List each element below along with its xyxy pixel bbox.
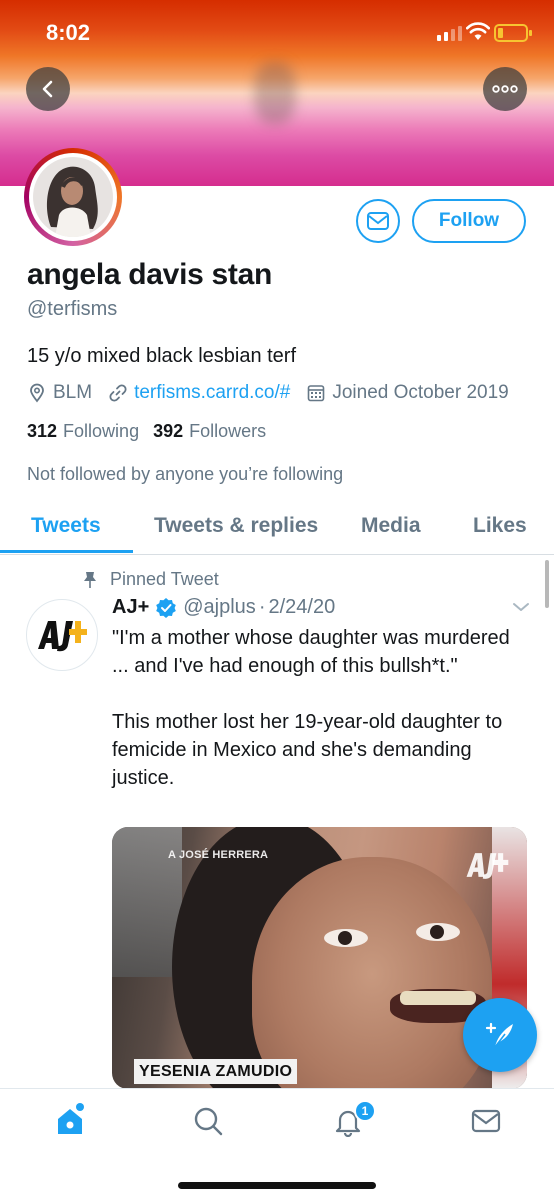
tweet-media-video[interactable]: A JOSÉ HERRERA YESENIA ZAMUDIO (112, 827, 527, 1089)
battery-icon (494, 24, 532, 42)
tweet-date[interactable]: 2/24/20 (268, 596, 335, 619)
compose-tweet-icon (485, 1022, 513, 1048)
messages-envelope-icon[interactable] (470, 1105, 502, 1137)
more-dots-icon (492, 85, 518, 93)
chevron-down-icon[interactable] (511, 600, 531, 614)
home-unread-dot (76, 1103, 84, 1111)
profile-avatar[interactable] (24, 148, 122, 246)
ajplus-watermark-icon (466, 853, 509, 879)
active-tab-indicator (0, 550, 133, 553)
tweet-header: AJ+ @ajplus · 2/24/20 (112, 596, 335, 619)
follow-counts: 312 Following 392 Followers (27, 421, 280, 442)
pinned-label: Pinned Tweet (82, 569, 219, 590)
tweet-author-avatar[interactable] (26, 599, 98, 671)
status-bar: 8:02 (0, 0, 554, 66)
wifi-icon (466, 22, 490, 40)
tab-tweets[interactable]: Tweets (31, 514, 101, 538)
signal-icon (437, 26, 462, 41)
back-arrow-icon (42, 80, 53, 98)
profile-handle: @terfisms (27, 298, 118, 320)
back-button[interactable] (26, 67, 70, 111)
link-icon (109, 384, 127, 402)
banner-blur (254, 62, 296, 124)
tweet-author-name[interactable]: AJ+ (112, 596, 149, 619)
message-button[interactable] (356, 199, 400, 243)
ajplus-logo-icon (38, 621, 87, 652)
website-link[interactable]: terfisms.carrd.co/# (134, 382, 290, 404)
profile-meta: BLM terfisms.carrd.co/# Joined October 2… (27, 382, 525, 404)
tweet-text: "I'm a mother whose daughter was murdere… (112, 627, 510, 789)
followed-by-note: Not followed by anyone you’re following (27, 464, 344, 484)
tweet-separator: · (258, 596, 266, 618)
search-icon[interactable] (192, 1105, 224, 1137)
tab-media[interactable]: Media (361, 514, 421, 538)
profile-tabs: Tweets Tweets & replies Media Likes (0, 498, 554, 555)
tab-tweets-replies[interactable]: Tweets & replies (154, 514, 318, 538)
more-options-button[interactable] (483, 67, 527, 111)
media-name-caption: YESENIA ZAMUDIO (134, 1059, 298, 1084)
following-count[interactable]: 312 Following (27, 421, 139, 442)
compose-tweet-button[interactable] (463, 998, 537, 1072)
joined-text: Joined October 2019 (332, 382, 509, 403)
followers-count[interactable]: 392 Followers (153, 421, 266, 442)
pin-icon (84, 571, 96, 588)
avatar-image (33, 157, 113, 237)
tweet-author-handle[interactable]: @ajplus (183, 596, 256, 619)
envelope-icon (367, 212, 389, 230)
profile-display-name: angela davis stan (27, 258, 273, 291)
follow-button[interactable]: Follow (412, 199, 526, 243)
profile-website[interactable]: terfisms.carrd.co/# (108, 382, 290, 404)
notification-badge: 1 (354, 1100, 376, 1122)
profile-bio: 15 y/o mixed black lesbian terf (27, 345, 297, 367)
location-pin-icon (30, 383, 44, 403)
scrollbar[interactable] (545, 560, 549, 608)
profile-joined: Joined October 2019 (306, 382, 509, 404)
location-text: BLM (53, 382, 93, 403)
calendar-icon (308, 385, 325, 402)
home-indicator[interactable] (178, 1182, 376, 1189)
verified-badge-icon (156, 597, 177, 618)
tab-likes[interactable]: Likes (473, 514, 527, 538)
media-top-caption: A JOSÉ HERRERA (168, 849, 269, 861)
profile-location: BLM (27, 382, 92, 404)
status-time: 8:02 (46, 20, 91, 45)
